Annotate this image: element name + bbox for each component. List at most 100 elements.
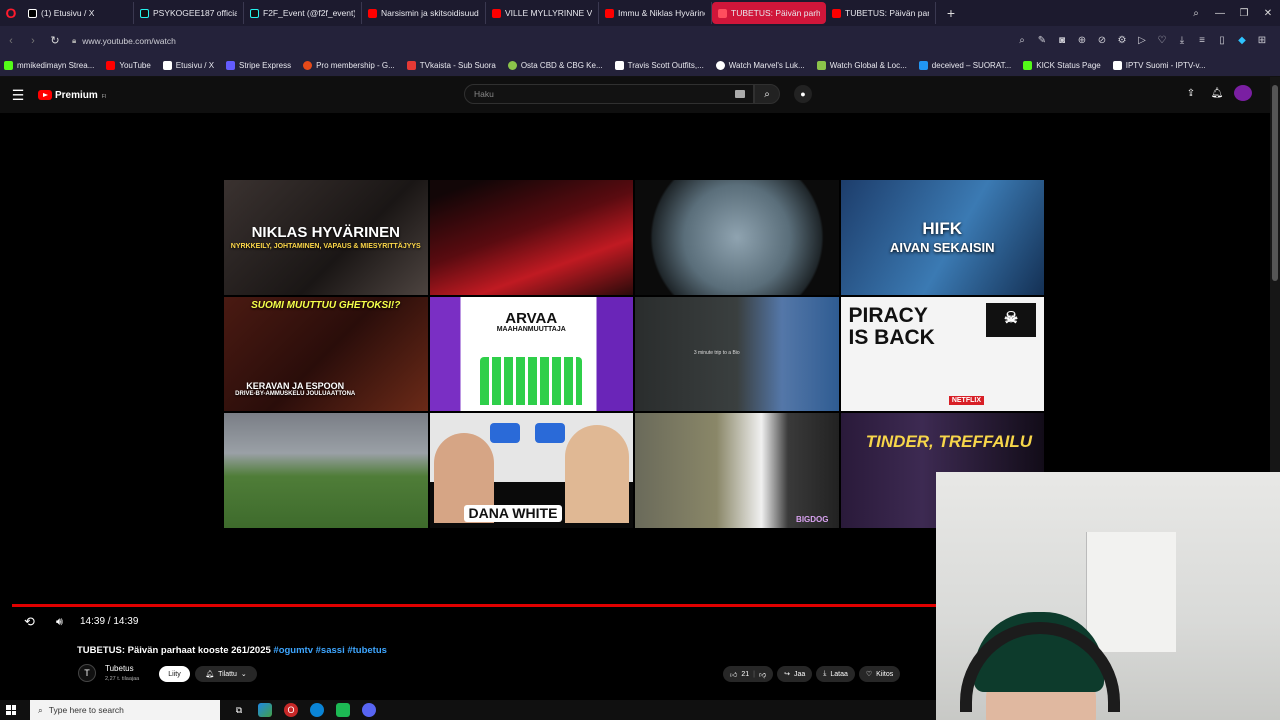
forward-icon[interactable]: › [22,35,44,47]
x-icon [162,61,172,70]
tab[interactable]: PSYKOGEE187 official (@ [134,2,244,24]
join-button[interactable]: Liity [159,666,190,682]
wallet-icon[interactable]: ▯ [1212,35,1232,46]
minimize-icon[interactable]: — [1208,8,1232,19]
youtube-play-icon [38,90,52,100]
subscribe-button[interactable]: 🔔︎ Tilattu ⌄ [195,666,257,682]
tab[interactable]: TUBETUS: Päivän parhaat [826,2,936,24]
close-icon[interactable]: ✕ [1256,8,1280,19]
aria-icon[interactable]: ◆ [1232,35,1252,46]
opera-logo-icon[interactable]: O [0,0,22,26]
taskbar-search-input[interactable]: ⌕ Type here to search [30,700,220,720]
video-title: TUBETUS: Päivän parhaat kooste 261/2025 … [77,645,387,656]
video-thumbnail[interactable]: 3 minute trip to a Bio [635,296,839,412]
tab[interactable]: Narsismin ja skitsoidisuuden [362,2,486,24]
url-field[interactable]: www.youtube.com/watch [82,36,176,46]
video-thumbnail[interactable] [224,413,428,528]
microphone-icon[interactable]: ● [794,85,812,103]
bookmark[interactable]: mmikedimayn Strea... [4,61,94,70]
opera-icon[interactable]: O [284,703,298,717]
search-tabs-icon[interactable]: ⌕ [1184,8,1208,19]
youtube-logo[interactable]: Premium FI [38,90,106,101]
keyboard-icon[interactable] [735,90,745,98]
video-thumbnail[interactable]: NIKLAS HYVÄRINEN NYRKKEILY, JOHTAMINEN, V… [224,180,428,295]
camera-icon[interactable]: ◙ [1052,35,1072,46]
vpn-icon[interactable]: ⊕ [1072,35,1092,46]
windows-start-button[interactable] [0,705,22,715]
page-icon [614,61,624,70]
tab[interactable]: F2F_Event (@f2f_event) | [244,2,362,24]
progress-bar[interactable] [12,604,936,607]
search-input[interactable]: Haku [464,84,754,104]
volume-icon[interactable]: 🔊︎ [56,615,63,629]
tab-strip: (1) Etusivu / X PSYKOGEE187 official (@ … [22,0,936,26]
grid-icon [1112,61,1122,70]
player-icon[interactable]: ▷ [1132,35,1152,46]
video-thumbnail[interactable]: SUOMI MUUTTUU GHETOKSI!? KERAVAN JA ESPO… [224,296,428,412]
channel-name[interactable]: Tubetus [105,664,134,673]
new-tab-button[interactable]: + [940,2,962,24]
pirate-flag-icon: ☠ [986,302,1036,337]
tab-active[interactable]: TUBETUS: Päivän parhaat [712,2,826,24]
video-thumbnail[interactable] [635,180,839,295]
video-thumbnail[interactable]: PIRACY IS BACK ☠ NETFLIX [840,296,1044,412]
bookmark[interactable]: deceived – SUORAT... [918,61,1011,70]
share-button[interactable]: ↪ Jaa [777,666,813,682]
extensions-icon[interactable]: ⚙ [1112,35,1132,46]
search-button[interactable]: ⌕ [754,84,780,104]
notifications-bell-icon[interactable]: 🔔︎ [1208,88,1226,99]
settings-icon[interactable]: ⊞ [1252,35,1272,46]
youtube-icon [492,8,501,18]
bookmark[interactable]: KICK Status Page [1023,61,1101,70]
adblock-icon[interactable]: ⊘ [1092,35,1112,46]
hashtags[interactable]: #ogumtv #sassi #tubetus [273,645,387,656]
video-thumbnail[interactable] [429,180,633,295]
lock-icon[interactable]: 🔒︎ [72,36,76,46]
tiktok-icon [250,8,259,18]
edit-icon[interactable]: ✎ [1032,35,1052,46]
taskbar-apps: ⧉ O [232,703,376,717]
tab[interactable]: (1) Etusivu / X [22,2,134,24]
bookmark[interactable]: Travis Scott Outfits,... [614,61,704,70]
download-icon[interactable]: ⤓ [1172,35,1192,46]
edge-icon[interactable] [310,703,324,717]
bookmark[interactable]: YouTube [106,61,151,70]
tab[interactable]: VILLE MYLLYRINNE VIERAILEE [486,2,599,24]
hamburger-menu-icon[interactable]: ☰ [0,87,36,104]
like-button[interactable]: 👍︎ 21 | 👎︎ [723,666,774,682]
video-thumbnail[interactable]: BIGDOG [635,413,839,528]
replay-icon[interactable]: ⟲ [24,614,35,629]
bookmark[interactable]: IPTV Suomi - IPTV-v... [1112,61,1206,70]
bookmark[interactable]: Watch Marvel's Luk... [715,61,805,70]
download-button[interactable]: ⤓ Lataa [816,666,855,682]
bell-icon: 🔔︎ [205,671,215,678]
thanks-button[interactable]: ♡ Kiitos [858,666,901,682]
bookmark[interactable]: Stripe Express [226,61,291,70]
bookmark[interactable]: Etusivu / X [162,61,214,70]
tab[interactable]: Immu & Niklas Hyvärinen [599,2,712,24]
create-icon[interactable]: ⇪ [1182,88,1200,99]
bookmarks-bar: mmikedimayn Strea... YouTube Etusivu / X… [0,55,1280,77]
channel-avatar[interactable]: T [78,664,96,682]
app-icon[interactable] [258,703,272,717]
bookmark[interactable]: Osta CBD & CBG Ke... [507,61,603,70]
video-thumbnail[interactable]: HIFK AIVAN SEKAISIN [840,180,1044,295]
video-thumbnail[interactable]: DANA WHITE [429,413,633,528]
app-icon[interactable] [336,703,350,717]
reload-icon[interactable]: ↻ [44,34,66,47]
scrollbar-thumb[interactable] [1272,85,1278,281]
bookmark[interactable]: Watch Global & Loc... [816,61,907,70]
avatar[interactable] [1234,85,1252,101]
heart-icon[interactable]: ♡ [1152,35,1172,46]
youtube-icon [832,8,841,18]
bookmark[interactable]: Pro membership - G... [303,61,395,70]
menu-icon[interactable]: ≡ [1192,35,1212,46]
back-icon[interactable]: ‹ [0,35,22,47]
maximize-icon[interactable]: ❐ [1232,8,1256,19]
address-bar: ‹ › ↻ 🔒︎ www.youtube.com/watch ⌕ ✎ ◙ ⊕ ⊘… [0,26,1280,55]
search-icon[interactable]: ⌕ [1012,35,1032,46]
discord-icon[interactable] [362,703,376,717]
bookmark[interactable]: TVkaista - Sub Suora [406,61,496,70]
video-thumbnail[interactable]: ARVAA MAAHANMUUTTAJA [429,296,633,412]
task-view-icon[interactable]: ⧉ [232,703,246,717]
